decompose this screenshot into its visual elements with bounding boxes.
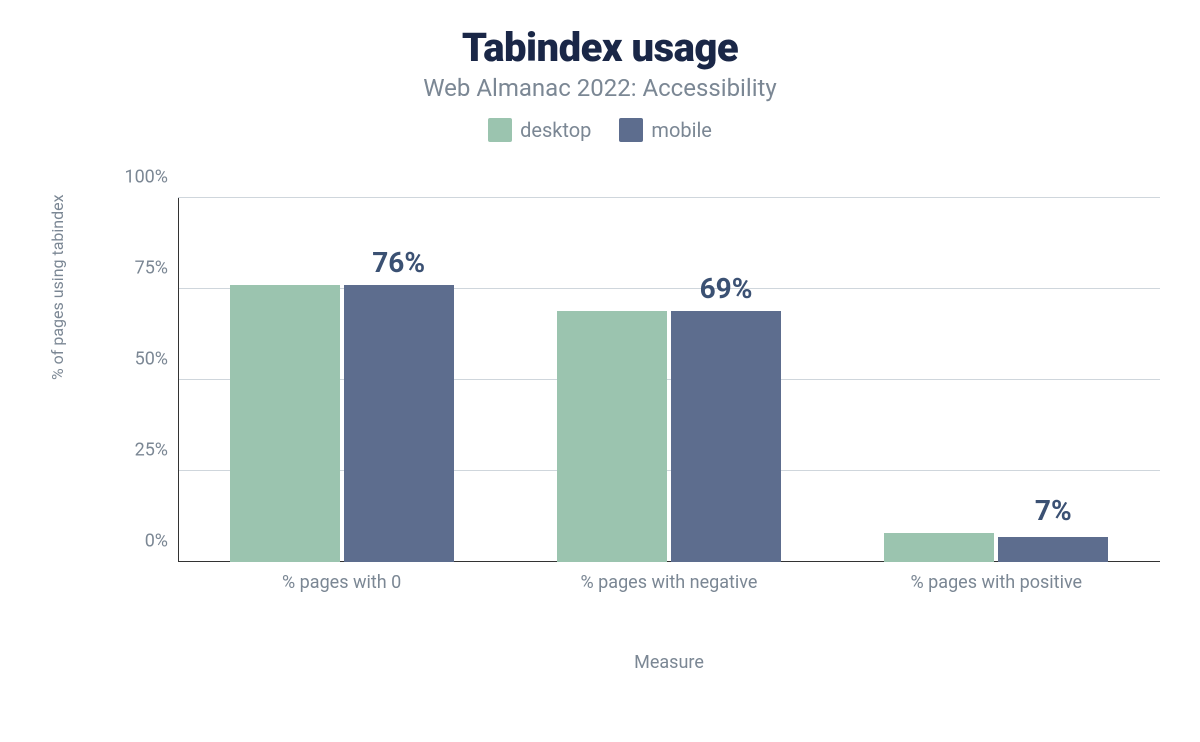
bar-desktop-1 <box>557 311 667 562</box>
y-tick-label: 0% <box>108 531 168 552</box>
y-tick-label: 75% <box>108 258 168 279</box>
bar-mobile-2 <box>998 537 1108 562</box>
bar-group-2: 7% <box>833 198 1160 562</box>
bars-layer: 76% 69% 7% <box>178 198 1160 562</box>
legend-swatch-desktop <box>488 118 512 142</box>
legend: desktop mobile <box>0 118 1200 142</box>
chart-title: Tabindex usage <box>0 24 1200 71</box>
plot-area: 0% 25% 50% 75% 100% 76% 69% 7% <box>178 198 1160 562</box>
legend-label-mobile: mobile <box>651 118 712 142</box>
x-tick-label: % pages with negative <box>505 572 832 593</box>
legend-item-desktop: desktop <box>488 118 591 142</box>
bar-desktop-2 <box>884 533 994 562</box>
chart-container: Tabindex usage Web Almanac 2022: Accessi… <box>0 0 1200 742</box>
y-tick-label: 25% <box>108 440 168 461</box>
data-label-0: 76% <box>344 246 454 279</box>
y-axis-title: % of pages using tabindex <box>48 194 67 380</box>
bar-group-0: 76% <box>178 198 505 562</box>
bar-group-1: 69% <box>505 198 832 562</box>
legend-label-desktop: desktop <box>520 118 591 142</box>
legend-item-mobile: mobile <box>619 118 712 142</box>
bar-desktop-0 <box>230 285 340 562</box>
y-tick-label: 100% <box>108 167 168 188</box>
bar-mobile-0 <box>344 285 454 562</box>
data-label-1: 69% <box>671 272 781 305</box>
data-label-2: 7% <box>998 494 1108 527</box>
x-tick-label: % pages with 0 <box>178 572 505 593</box>
x-tick-label: % pages with positive <box>833 572 1160 593</box>
bar-mobile-1 <box>671 311 781 562</box>
y-tick-label: 50% <box>108 349 168 370</box>
chart-subtitle: Web Almanac 2022: Accessibility <box>0 74 1200 102</box>
legend-swatch-mobile <box>619 118 643 142</box>
x-axis-title: Measure <box>178 652 1160 673</box>
